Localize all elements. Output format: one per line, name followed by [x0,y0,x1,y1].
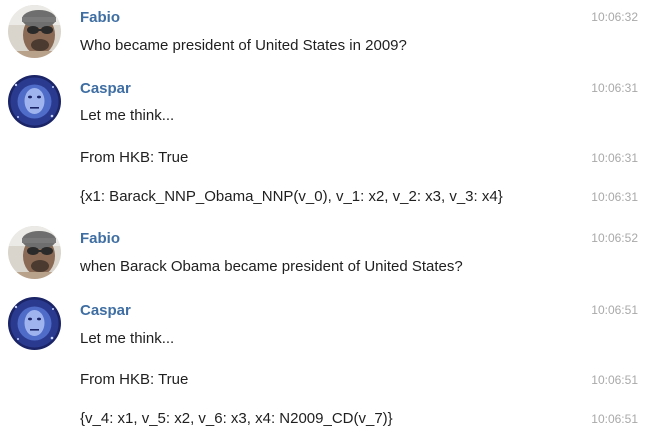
message-timestamp: 10:06:51 [591,412,638,426]
message-timestamp: 10:06:51 [591,373,638,387]
message-author: Fabio [80,230,120,247]
message-text: {x1: Barack_NNP_Obama_NNP(v_0), v_1: x2,… [80,188,503,205]
message-text: Let me think... [80,330,175,347]
message-text: Let me think... [80,107,175,124]
fabio-avatar[interactable] [8,5,61,58]
fabio-avatar[interactable] [8,226,61,279]
message-timestamp: 10:06:31 [591,151,638,165]
message-text: when Barack Obama became president of Un… [80,258,463,275]
message-timestamp: 10:06:51 [591,303,638,317]
message-text: {v_4: x1, v_5: x2, v_6: x3, x4: N2009_CD… [80,410,393,427]
message-timestamp: 10:06:31 [591,81,638,95]
message-text: Who became president of United States in… [80,37,407,54]
message-text: From HKB: True [80,149,189,166]
message-author: Fabio [80,9,120,26]
message-timestamp: 10:06:31 [591,190,638,204]
message-text: From HKB: True [80,371,189,388]
message-timestamp: 10:06:52 [591,231,638,245]
message-author: Caspar [80,302,131,319]
message-timestamp: 10:06:32 [591,10,638,24]
message-author: Caspar [80,80,131,97]
caspar-avatar[interactable] [8,297,61,350]
caspar-avatar[interactable] [8,75,61,128]
